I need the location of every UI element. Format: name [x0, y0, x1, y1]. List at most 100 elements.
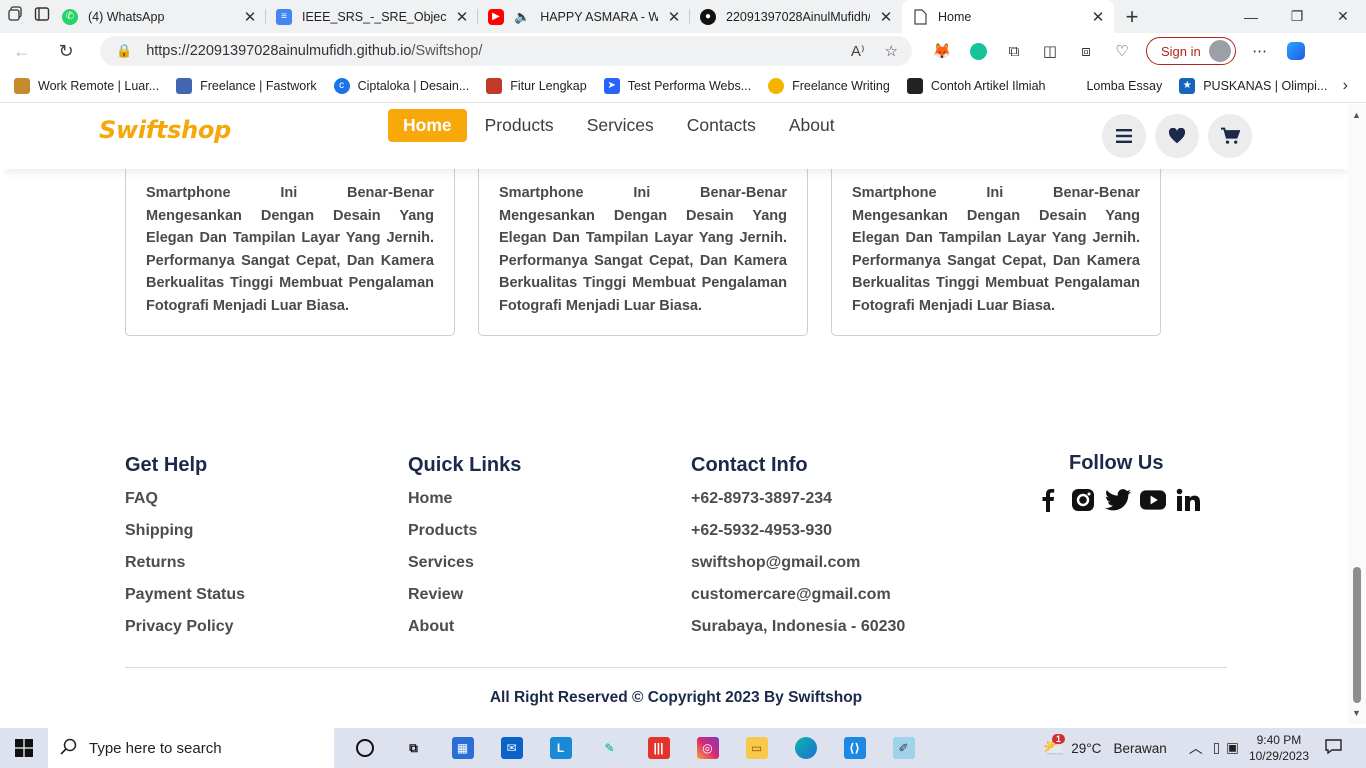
- grammarly-extension-icon[interactable]: [960, 33, 996, 69]
- bookmark-label: Work Remote | Luar...: [38, 78, 160, 93]
- footer-link-shipping[interactable]: Shipping: [125, 521, 245, 553]
- bookmark-item[interactable]: Contoh Artikel Ilmiah: [906, 77, 1045, 94]
- instagram-icon[interactable]: [1070, 487, 1096, 513]
- wishlist-button[interactable]: [1155, 114, 1199, 158]
- nav-services[interactable]: Services: [572, 109, 669, 142]
- read-aloud-icon[interactable]: A⁾: [851, 42, 865, 60]
- close-window-icon[interactable]: ✕: [1320, 0, 1366, 33]
- taskbar-search[interactable]: Type here to search: [48, 728, 334, 768]
- pen-app-icon[interactable]: ✎: [585, 728, 634, 768]
- file-explorer-icon[interactable]: ▭: [732, 728, 781, 768]
- footer-link-products[interactable]: Products: [408, 521, 521, 553]
- contact-email-2[interactable]: customercare@gmail.com: [691, 585, 905, 617]
- close-icon[interactable]: ✕: [242, 8, 258, 26]
- extensions-icon[interactable]: ⧉: [996, 33, 1032, 69]
- tab-github[interactable]: ● 22091397028AinulMufidh/S ✕: [690, 0, 902, 33]
- notes-app-icon[interactable]: ✐: [879, 728, 928, 768]
- copilot-icon[interactable]: [1278, 33, 1314, 69]
- store-icon[interactable]: ▦: [438, 728, 487, 768]
- nav-home[interactable]: Home: [388, 109, 467, 142]
- tab-title: HAPPY ASMARA - WES: [540, 9, 658, 24]
- bookmark-item[interactable]: Work Remote | Luar...: [14, 77, 160, 94]
- footer-link-about[interactable]: About: [408, 617, 521, 649]
- bookmark-item[interactable]: Fitur Lengkap: [486, 77, 587, 94]
- bookmark-label: Freelance Writing: [792, 78, 890, 93]
- tab-whatsapp[interactable]: ✆ (4) WhatsApp ✕: [52, 0, 266, 33]
- scrollbar-thumb[interactable]: [1353, 567, 1361, 703]
- site-logo[interactable]: Swiftshop: [99, 116, 231, 144]
- presentation-app-icon[interactable]: |||: [634, 728, 683, 768]
- mail-icon[interactable]: ✉: [487, 728, 536, 768]
- restore-icon[interactable]: ❐: [1274, 0, 1320, 33]
- browser-essentials-icon[interactable]: ♡: [1104, 33, 1140, 69]
- contact-phone-1[interactable]: +62-8973-3897-234: [691, 489, 905, 521]
- footer-link-privacy-policy[interactable]: Privacy Policy: [125, 617, 245, 649]
- close-icon[interactable]: ✕: [454, 8, 470, 26]
- footer-link-home[interactable]: Home: [408, 489, 521, 521]
- minimize-icon[interactable]: —: [1228, 0, 1274, 33]
- bookmark-item[interactable]: c Ciptaloka | Desain...: [333, 77, 469, 94]
- notifications-icon[interactable]: [1325, 739, 1342, 757]
- start-button[interactable]: [0, 728, 48, 768]
- close-icon[interactable]: ✕: [878, 8, 894, 26]
- contact-phone-2[interactable]: +62-5932-4953-930: [691, 521, 905, 553]
- network-icon[interactable]: ▣: [1226, 740, 1239, 756]
- address-bar[interactable]: 🔒 https://22091397028ainulmufidh.github.…: [100, 36, 912, 66]
- tab-home[interactable]: Home ✕: [902, 0, 1114, 33]
- copyright-text: All Right Reserved © Copyright 2023 By S…: [489, 689, 863, 706]
- instagram-app-icon[interactable]: ◎: [683, 728, 732, 768]
- linkedin-icon[interactable]: [1175, 487, 1201, 513]
- bookmarks-overflow-icon[interactable]: ›: [1343, 77, 1348, 95]
- facebook-icon[interactable]: [1035, 487, 1061, 513]
- vscode-icon[interactable]: ⟨⟩: [830, 728, 879, 768]
- back-icon[interactable]: ←: [0, 33, 44, 69]
- bookmark-item[interactable]: Freelance Writing: [768, 77, 890, 94]
- bookmark-item[interactable]: Freelance | Fastwork: [176, 77, 317, 94]
- close-icon[interactable]: ✕: [1090, 8, 1106, 26]
- weather-widget[interactable]: ⛅ 1 29°C Berawan: [1043, 733, 1167, 759]
- bookmark-item[interactable]: ★ PUSKANAS | Olimpi...: [1179, 77, 1327, 94]
- nav-products[interactable]: Products: [470, 109, 569, 142]
- bookmark-item[interactable]: ➤ Test Performa Webs...: [603, 77, 751, 94]
- youtube-icon[interactable]: [1140, 487, 1166, 513]
- new-tab-button[interactable]: +: [1114, 4, 1150, 30]
- speaker-icon[interactable]: 🔈: [514, 9, 530, 25]
- workspaces-icon[interactable]: [8, 6, 24, 27]
- contact-address[interactable]: Surabaya, Indonesia - 60230: [691, 617, 905, 649]
- twitter-icon[interactable]: [1105, 487, 1131, 513]
- cortana-icon[interactable]: [340, 728, 389, 768]
- refresh-icon[interactable]: ↻: [44, 33, 88, 69]
- nav-about[interactable]: About: [774, 109, 850, 142]
- device-icon[interactable]: ▯: [1213, 740, 1220, 756]
- nav-contacts[interactable]: Contacts: [672, 109, 771, 142]
- lock-icon[interactable]: 🔒: [116, 43, 132, 59]
- favorite-star-icon[interactable]: ☆: [885, 42, 898, 60]
- task-view-icon[interactable]: ⧉: [389, 728, 438, 768]
- footer-link-services[interactable]: Services: [408, 553, 521, 585]
- close-icon[interactable]: ✕: [666, 8, 682, 26]
- footer-link-review[interactable]: Review: [408, 585, 521, 617]
- footer-link-returns[interactable]: Returns: [125, 553, 245, 585]
- edge-icon[interactable]: [781, 728, 830, 768]
- tab-youtube[interactable]: ▶ 🔈 HAPPY ASMARA - WES ✕: [478, 0, 690, 33]
- page-scrollbar[interactable]: ▲ ▼: [1348, 104, 1366, 724]
- footer-link-payment-status[interactable]: Payment Status: [125, 585, 245, 617]
- cart-button[interactable]: [1208, 114, 1252, 158]
- tab-actions-icon[interactable]: [34, 6, 50, 27]
- metamask-extension-icon[interactable]: 🦊: [924, 33, 960, 69]
- more-menu-icon[interactable]: ⋯: [1242, 33, 1278, 69]
- contact-email-1[interactable]: swiftshop@gmail.com: [691, 553, 905, 585]
- scroll-up-icon[interactable]: ▲: [1352, 110, 1361, 120]
- split-screen-icon[interactable]: ◫: [1032, 33, 1068, 69]
- bookmark-item[interactable]: Lomba Essay: [1062, 77, 1162, 94]
- sign-in-button[interactable]: Sign in: [1146, 37, 1236, 65]
- taskbar-clock[interactable]: 9:40 PM 10/29/2023: [1249, 732, 1309, 764]
- github-icon: ●: [700, 8, 716, 25]
- collections-icon[interactable]: ⧈: [1068, 33, 1104, 69]
- chevron-up-icon[interactable]: ︿: [1189, 738, 1203, 758]
- menu-button[interactable]: [1102, 114, 1146, 158]
- tab-ieee-srs[interactable]: ≡ IEEE_SRS_-_SRE_Object_Orie ✕: [266, 0, 478, 33]
- footer-link-faq[interactable]: FAQ: [125, 489, 245, 521]
- scroll-down-icon[interactable]: ▼: [1352, 708, 1361, 718]
- app-l-icon[interactable]: L: [536, 728, 585, 768]
